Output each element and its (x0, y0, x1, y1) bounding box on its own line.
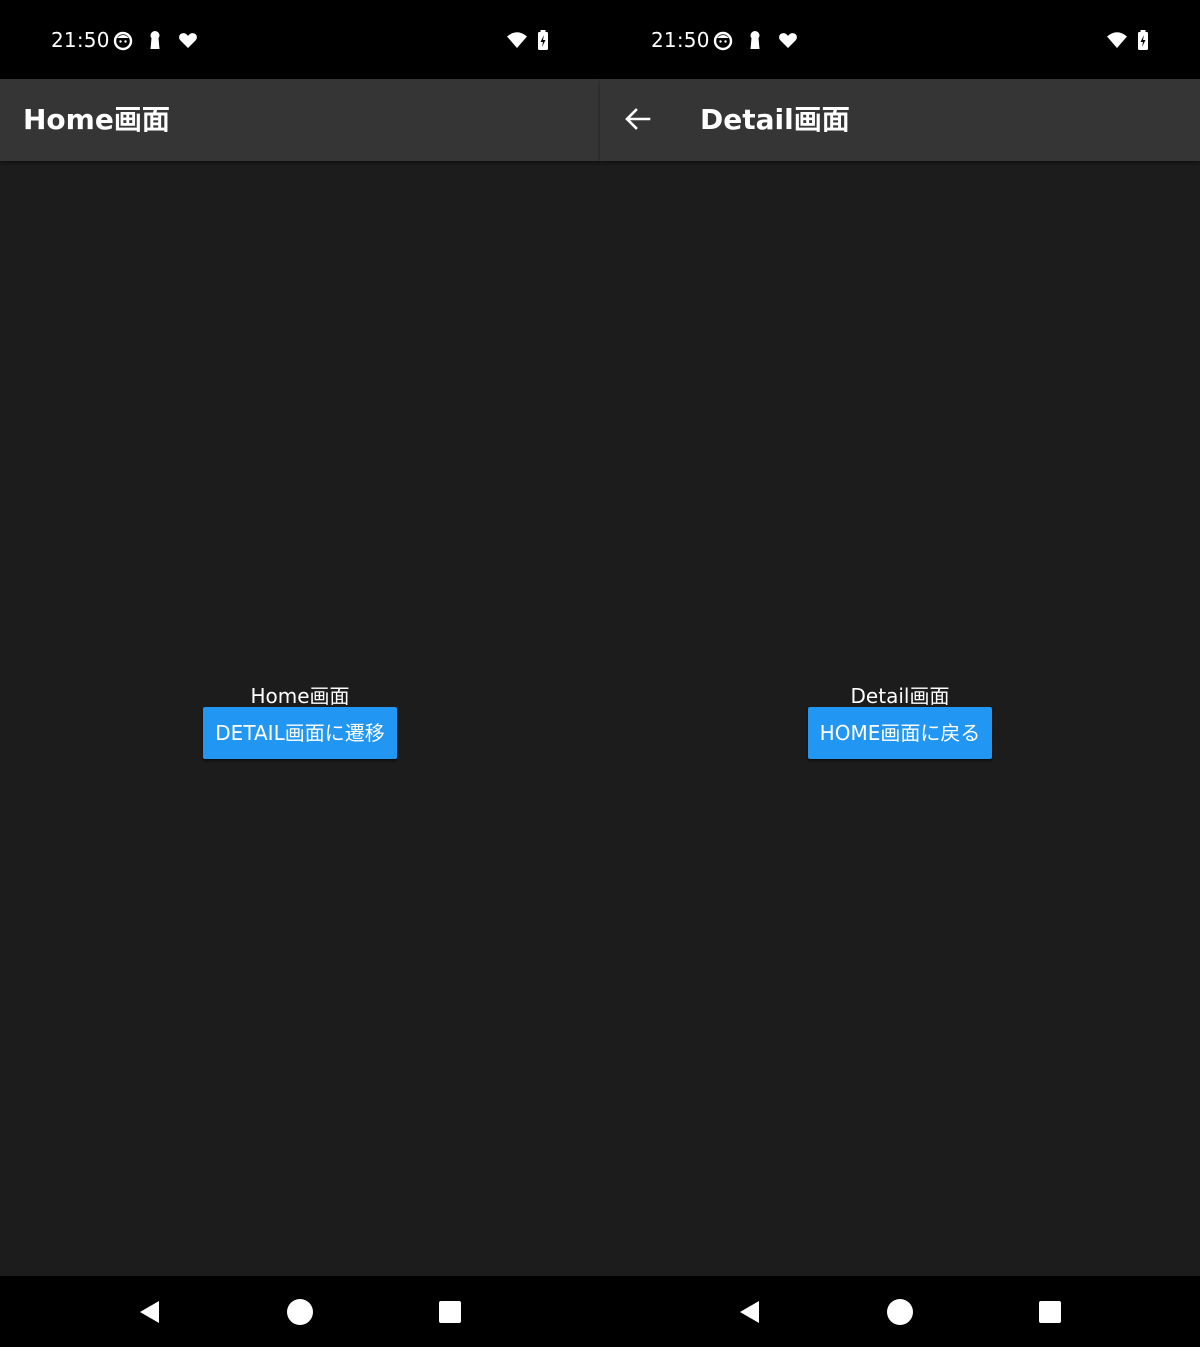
cat-face-icon (112, 29, 134, 51)
status-bar: 21:50 (600, 0, 1200, 79)
heart-icon (177, 29, 199, 51)
heart-icon (777, 29, 799, 51)
nav-home-icon[interactable] (286, 1298, 314, 1326)
navigation-bar (600, 1276, 1200, 1347)
nav-back-icon[interactable] (736, 1298, 764, 1326)
wifi-icon (506, 29, 528, 51)
keyhole-icon (744, 29, 766, 51)
status-bar: 21:50 (0, 0, 600, 79)
app-bar: Detail画面 (600, 79, 1200, 161)
app-bar-title: Detail画面 (700, 103, 850, 136)
back-to-home-button[interactable]: HOME画面に戻る (808, 707, 992, 759)
cat-face-icon (712, 29, 734, 51)
status-time: 21:50 (651, 28, 710, 52)
status-time: 21:50 (51, 28, 110, 52)
nav-recents-icon[interactable] (1036, 1298, 1064, 1326)
go-to-detail-button[interactable]: DETAIL画面に遷移 (203, 707, 397, 759)
nav-back-icon[interactable] (136, 1298, 164, 1326)
back-arrow-icon[interactable] (622, 103, 654, 135)
center-text: Detail画面 (850, 684, 950, 708)
navigation-bar (0, 1276, 600, 1347)
center-text: Home画面 (250, 684, 350, 708)
nav-recents-icon[interactable] (436, 1298, 464, 1326)
content-area: Detail画面 HOME画面に戻る (600, 161, 1200, 1276)
keyhole-icon (144, 29, 166, 51)
detail-screen: 21:50 Detail画面 Detail画面 HOME画面に戻る (600, 0, 1200, 1347)
battery-charging-icon (1132, 29, 1154, 51)
battery-charging-icon (532, 29, 554, 51)
side-by-side-screens: 21:50 Home画面 Home画面 DETAIL画面に遷移 21:50 De… (0, 0, 1200, 1347)
app-bar: Home画面 (0, 79, 600, 161)
app-bar-title: Home画面 (23, 103, 170, 136)
wifi-icon (1106, 29, 1128, 51)
content-area: Home画面 DETAIL画面に遷移 (0, 161, 600, 1276)
home-screen: 21:50 Home画面 Home画面 DETAIL画面に遷移 (0, 0, 600, 1347)
nav-home-icon[interactable] (886, 1298, 914, 1326)
